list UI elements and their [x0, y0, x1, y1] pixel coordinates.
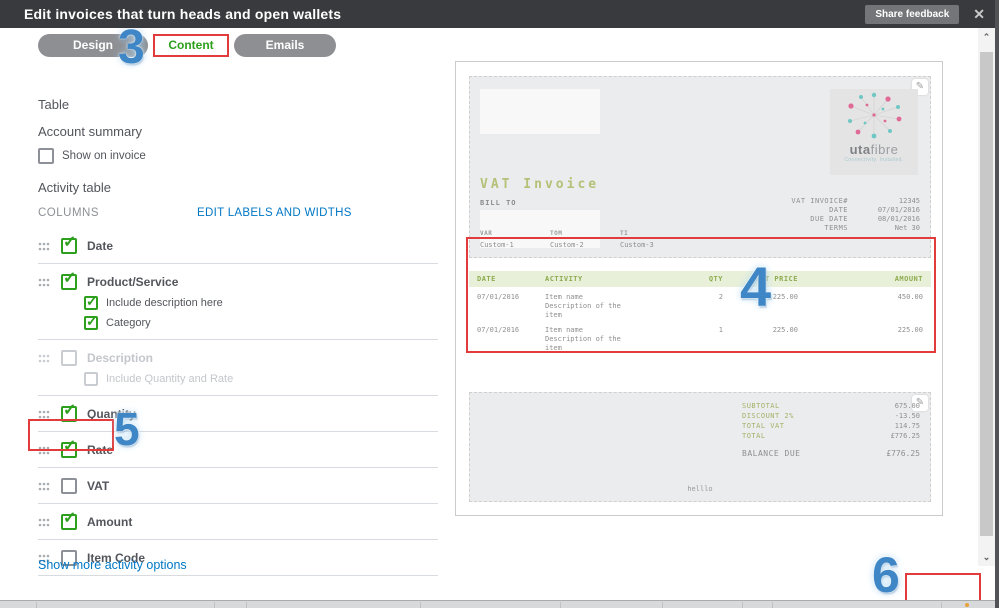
custom-fields-row: VAR Custom-1 TOM Custom-2 TI Custom-3	[480, 230, 654, 249]
include-quantity-rate-checkbox[interactable]	[84, 372, 98, 386]
dialog-header: Edit invoices that turn heads and open w…	[0, 0, 999, 28]
scroll-up-icon[interactable]: ⌃	[978, 30, 995, 44]
column-row-date: ✓ Date	[38, 228, 438, 264]
account-summary-heading: Account summary	[38, 124, 143, 139]
edit-labels-widths-link[interactable]: EDIT LABELS AND WIDTHS	[197, 207, 352, 219]
column-label-vat: VAT	[87, 479, 110, 493]
column-label-rate: Rate	[87, 443, 114, 457]
invoice-footer-note: helllo	[687, 485, 713, 493]
column-label-quantity: Quantity	[87, 407, 136, 421]
drag-handle-icon[interactable]	[38, 410, 50, 419]
company-address-placeholder	[480, 89, 600, 134]
category-label: Category	[106, 317, 151, 329]
close-icon[interactable]: ✕	[973, 7, 985, 21]
tab-emails[interactable]: Emails	[234, 33, 336, 57]
description-checkbox[interactable]	[61, 350, 77, 366]
drag-handle-icon[interactable]	[38, 278, 50, 287]
drag-handle-icon[interactable]	[38, 242, 50, 251]
show-on-invoice-label: Show on invoice	[62, 150, 146, 162]
scroll-down-icon[interactable]: ⌄	[978, 550, 995, 564]
invoice-meta: VAT INVOICE# 12345 DATE 07/01/2016 DUE DAT…	[791, 197, 920, 232]
scrollbar[interactable]: ⌃ ⌄	[978, 28, 995, 566]
column-row-amount: ✓ Amount	[38, 504, 438, 540]
utafibre-logo: utafibre Connectivity. Installed.	[830, 89, 918, 175]
drag-handle-icon[interactable]	[38, 482, 50, 491]
quantity-checkbox[interactable]: ✓	[61, 403, 77, 422]
column-label-date: Date	[87, 239, 114, 253]
invoice-preview: ✎ utafibre Connectivity. Installed. VAT …	[455, 61, 943, 516]
activity-table-header: DATE ACTIVITY QTY UNIT PRICE AMOUNT	[469, 271, 931, 287]
invoice-footer-section[interactable]: ✎ SUBTOTAL 675.00 DISCOUNT 2% -13.50 TOTAL…	[469, 392, 931, 502]
show-more-activity-options-link[interactable]: Show more activity options	[38, 558, 187, 572]
logo-starburst-icon	[848, 92, 902, 139]
activity-row: 07/01/2016 Item name Description of the it…	[477, 326, 923, 352]
columns-list: ✓ Date ✓ Product/Service ✓ Include descr…	[38, 228, 438, 576]
drag-handle-icon[interactable]	[38, 354, 50, 363]
vat-checkbox[interactable]	[61, 478, 77, 494]
date-checkbox[interactable]: ✓	[61, 235, 77, 254]
bill-to-label: BILL TO	[480, 199, 517, 207]
table-heading: Table	[38, 97, 70, 112]
amount-checkbox[interactable]: ✓	[61, 511, 77, 530]
column-row-quantity: ✓ Quantity	[38, 396, 438, 432]
rate-checkbox[interactable]: ✓	[61, 439, 77, 458]
include-description-checkbox[interactable]: ✓	[84, 294, 98, 310]
invoice-header-section[interactable]: ✎ utafibre Connectivity. Installed. VAT …	[469, 76, 931, 258]
show-on-invoice-checkbox[interactable]	[38, 148, 54, 164]
balance-due-row: BALANCE DUE £776.25	[742, 449, 920, 458]
invoice-totals: SUBTOTAL 675.00 DISCOUNT 2% -13.50 TOTAL V…	[742, 402, 920, 458]
column-row-description: Description Include Quantity and Rate	[38, 340, 438, 396]
dialog-title: Edit invoices that turn heads and open w…	[24, 6, 342, 22]
invoice-title: VAT Invoice	[480, 177, 600, 192]
product-service-checkbox[interactable]: ✓	[61, 271, 77, 290]
share-feedback-button[interactable]: Share feedback	[865, 4, 960, 24]
column-row-product-service: ✓ Product/Service ✓ Include description …	[38, 264, 438, 340]
column-row-vat: VAT	[38, 468, 438, 504]
background-page-strip	[0, 600, 999, 608]
activity-table-heading: Activity table	[38, 180, 111, 195]
column-label-description: Description	[87, 351, 154, 365]
column-row-rate: ✓ Rate	[38, 432, 438, 468]
columns-caption: COLUMNS	[38, 207, 100, 219]
scrollbar-thumb[interactable]	[980, 52, 993, 536]
include-quantity-rate-label: Include Quantity and Rate	[106, 373, 234, 385]
category-checkbox[interactable]: ✓	[84, 314, 98, 330]
invoice-activity-table[interactable]: DATE ACTIVITY QTY UNIT PRICE AMOUNT 07/0…	[469, 271, 931, 379]
taskbar-dot-icon	[965, 603, 969, 607]
logo-brand-text: utafibre	[849, 142, 899, 157]
drag-handle-icon[interactable]	[38, 518, 50, 527]
dialog-body: Design Content Emails Table Account summ…	[0, 28, 995, 608]
include-description-label: Include description here	[106, 297, 223, 309]
drag-handle-icon[interactable]	[38, 446, 50, 455]
tab-bar: Design Content Emails	[38, 33, 336, 57]
edit-invoices-dialog: Edit invoices that turn heads and open w…	[0, 0, 999, 608]
tab-content[interactable]: Content	[153, 33, 229, 57]
activity-row: 07/01/2016 Item name Description of the it…	[477, 293, 923, 319]
window-edge	[995, 0, 999, 608]
logo-tagline: Connectivity. Installed.	[844, 157, 904, 163]
column-label-product-service: Product/Service	[87, 275, 179, 289]
tab-design[interactable]: Design	[38, 33, 148, 57]
column-label-amount: Amount	[87, 515, 133, 529]
